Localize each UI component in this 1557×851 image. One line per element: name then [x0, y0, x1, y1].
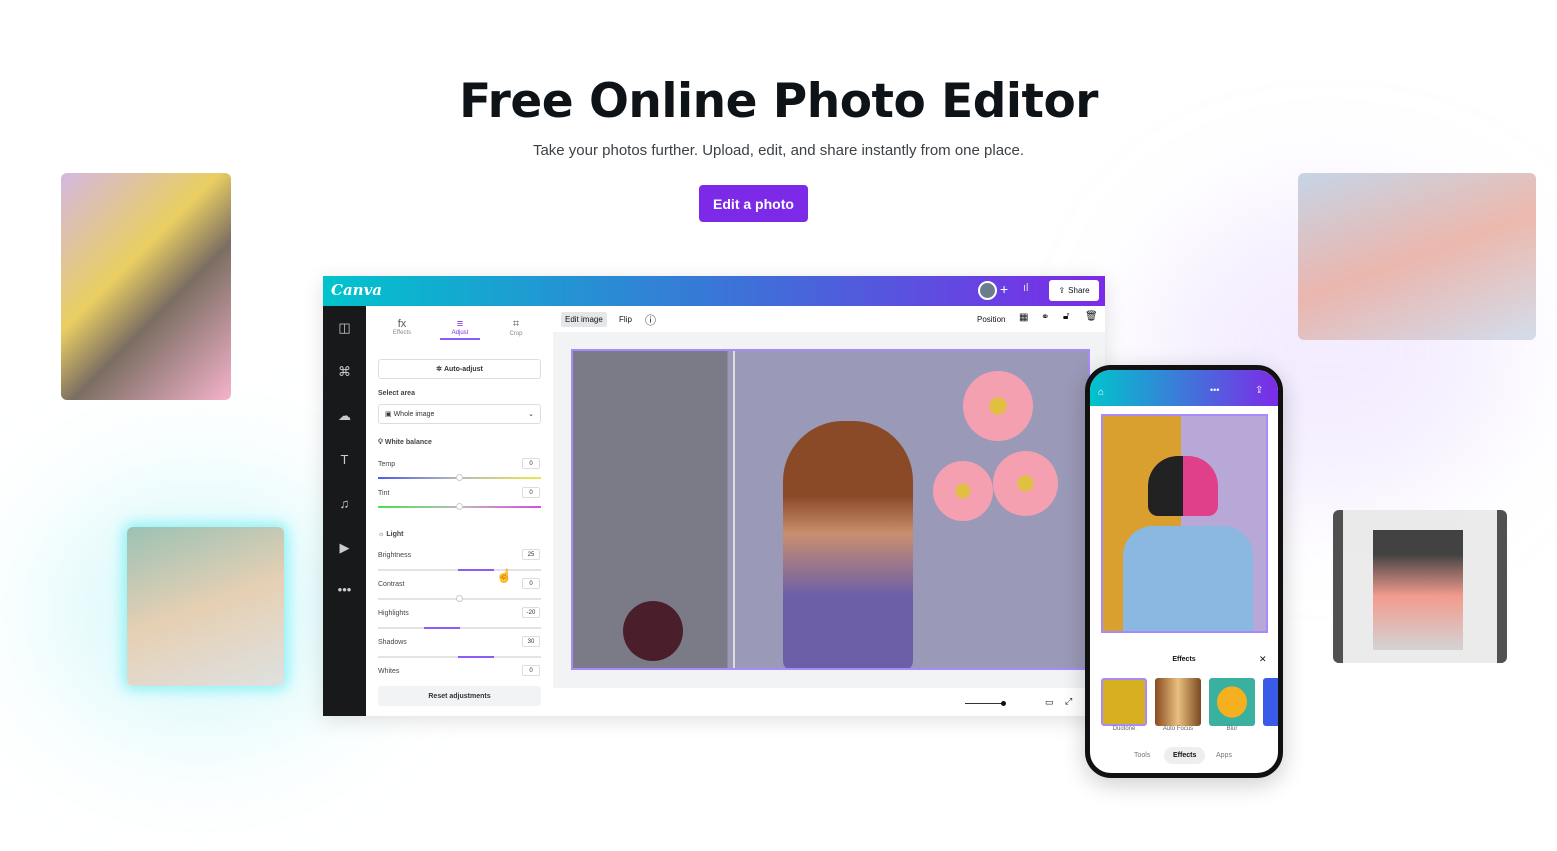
shadows-value[interactable]: 30	[522, 636, 540, 647]
brightness-label: Brightness	[378, 552, 412, 559]
pages-icon[interactable]: ▭	[1045, 697, 1054, 708]
phone-canvas-image[interactable]	[1101, 414, 1268, 633]
sample-photo-film	[1333, 510, 1507, 663]
info-icon[interactable]: ⓘ	[645, 312, 656, 328]
video-icon[interactable]: ▶	[323, 540, 366, 556]
effect-blur[interactable]	[1209, 678, 1255, 726]
white-balance-heading: 💡︎ White balance	[378, 439, 432, 446]
temp-slider[interactable]	[378, 474, 541, 481]
share-icon[interactable]: ⇪	[1255, 385, 1263, 396]
select-area-label: Select area	[378, 390, 415, 397]
plus-icon[interactable]: +	[1000, 281, 1008, 297]
effect-label: Blur	[1226, 726, 1238, 732]
select-area-dropdown[interactable]: ▣ Whole image ⌄	[378, 404, 541, 424]
contrast-label: Contrast	[378, 581, 405, 588]
bottom-bar: ▭ ⤢	[553, 688, 1105, 716]
share-icon: ⇪	[1058, 286, 1066, 295]
image-icon: ▣	[385, 411, 394, 418]
image-toolbar: Edit image Flip ⓘ Position ▦ ⚭ 🔓︎ 🗑︎	[553, 306, 1105, 332]
highlights-label: Highlights	[378, 610, 409, 617]
light-heading: ☼ Light	[378, 531, 404, 538]
whites-value[interactable]: 0	[522, 665, 540, 676]
whites-label: Whites	[378, 668, 400, 675]
share-button[interactable]: ⇪ Share	[1049, 280, 1099, 301]
nav-apps[interactable]: Apps	[1216, 752, 1232, 759]
page-title: Free Online Photo Editor	[459, 74, 1098, 129]
home-icon[interactable]: ⌂	[1098, 387, 1104, 398]
avatar[interactable]	[978, 281, 997, 300]
sidebar-rail: ◫ ⌘ ☁ T ♫ ▶ •••	[323, 306, 366, 716]
auto-adjust-button[interactable]: ✲ Auto-adjust	[378, 359, 541, 379]
highlights-value[interactable]: -20	[522, 607, 540, 618]
lock-icon[interactable]: 🔓︎	[1063, 311, 1069, 322]
adjust-panel: fx Effects ≡ Adjust ⌗ Crop ✲ Auto-adjust Se…	[366, 306, 553, 716]
phone-mockup: ⌂ ••• ⇪ Effects ✕ Duotone Auto Focus Blu…	[1085, 365, 1283, 778]
more-icon[interactable]: •••	[323, 582, 366, 597]
nav-tools[interactable]: Tools	[1134, 752, 1150, 759]
edit-photo-button[interactable]: Edit a photo	[699, 185, 808, 222]
shadows-slider[interactable]	[378, 656, 541, 658]
more-icon[interactable]: •••	[1210, 385, 1219, 395]
contrast-slider[interactable]	[378, 595, 541, 602]
tint-slider[interactable]	[378, 503, 541, 510]
edit-image-button[interactable]: Edit image	[561, 312, 607, 327]
nav-effects[interactable]: Effects	[1164, 747, 1206, 764]
page-subtitle: Take your photos further. Upload, edit, …	[532, 142, 1025, 159]
tint-value[interactable]: 0	[522, 487, 540, 498]
effect-auto-focus[interactable]	[1155, 678, 1201, 726]
brightness-value[interactable]: 25	[522, 549, 540, 560]
effect-more[interactable]	[1263, 678, 1278, 726]
effect-label: Duotone	[1112, 726, 1136, 732]
layout-icon[interactable]: ◫	[323, 320, 366, 336]
sample-photo-friends	[61, 173, 231, 400]
temp-label: Temp	[378, 461, 396, 468]
tab-crop[interactable]: ⌗ Crop	[496, 318, 536, 337]
transparency-icon[interactable]: ▦	[1019, 312, 1028, 323]
position-button[interactable]: Position	[977, 315, 1005, 324]
canva-logo: Canva	[331, 281, 382, 299]
tint-label: Tint	[378, 490, 390, 497]
link-icon[interactable]: ⚭	[1041, 312, 1049, 323]
editor-window: Canva + ıl ⇪ Share ◫ ⌘ ☁ T ♫ ▶ ••• fx Effe…	[323, 276, 1105, 716]
contrast-value[interactable]: 0	[522, 578, 540, 589]
flip-button[interactable]: Flip	[619, 315, 632, 324]
effects-title: Effects	[1172, 656, 1196, 663]
reset-adjustments-button[interactable]: Reset adjustments	[378, 686, 541, 706]
cursor-hand-icon: ☝	[496, 568, 513, 583]
sample-photo-hat	[127, 527, 284, 686]
close-icon[interactable]: ✕	[1259, 654, 1267, 665]
brightness-slider[interactable]	[378, 569, 541, 571]
trash-icon[interactable]: 🗑︎	[1085, 311, 1098, 322]
upload-icon[interactable]: ☁	[323, 408, 366, 424]
effect-duotone[interactable]	[1101, 678, 1147, 726]
tab-adjust[interactable]: ≡ Adjust	[440, 318, 480, 340]
editor-header: Canva + ıl ⇪ Share	[323, 276, 1105, 306]
tab-effects[interactable]: fx Effects	[382, 318, 422, 336]
phone-header: ⌂ ••• ⇪	[1090, 370, 1278, 406]
shadows-label: Shadows	[378, 639, 407, 646]
analytics-icon[interactable]: ıl	[1023, 282, 1029, 294]
canvas-image[interactable]	[571, 349, 1090, 670]
magic-wand-icon: ✲	[436, 366, 444, 373]
temp-value[interactable]: 0	[522, 458, 540, 469]
fullscreen-icon[interactable]: ⤢	[1065, 696, 1072, 707]
text-icon[interactable]: T	[323, 452, 366, 467]
effect-label: Auto Focus	[1162, 726, 1194, 732]
chevron-down-icon: ⌄	[528, 411, 534, 418]
zoom-slider[interactable]	[965, 701, 1006, 706]
sample-photo-jump	[1298, 173, 1536, 340]
elements-icon[interactable]: ⌘	[323, 364, 366, 380]
music-icon[interactable]: ♫	[323, 496, 366, 511]
highlights-slider[interactable]	[378, 627, 541, 629]
